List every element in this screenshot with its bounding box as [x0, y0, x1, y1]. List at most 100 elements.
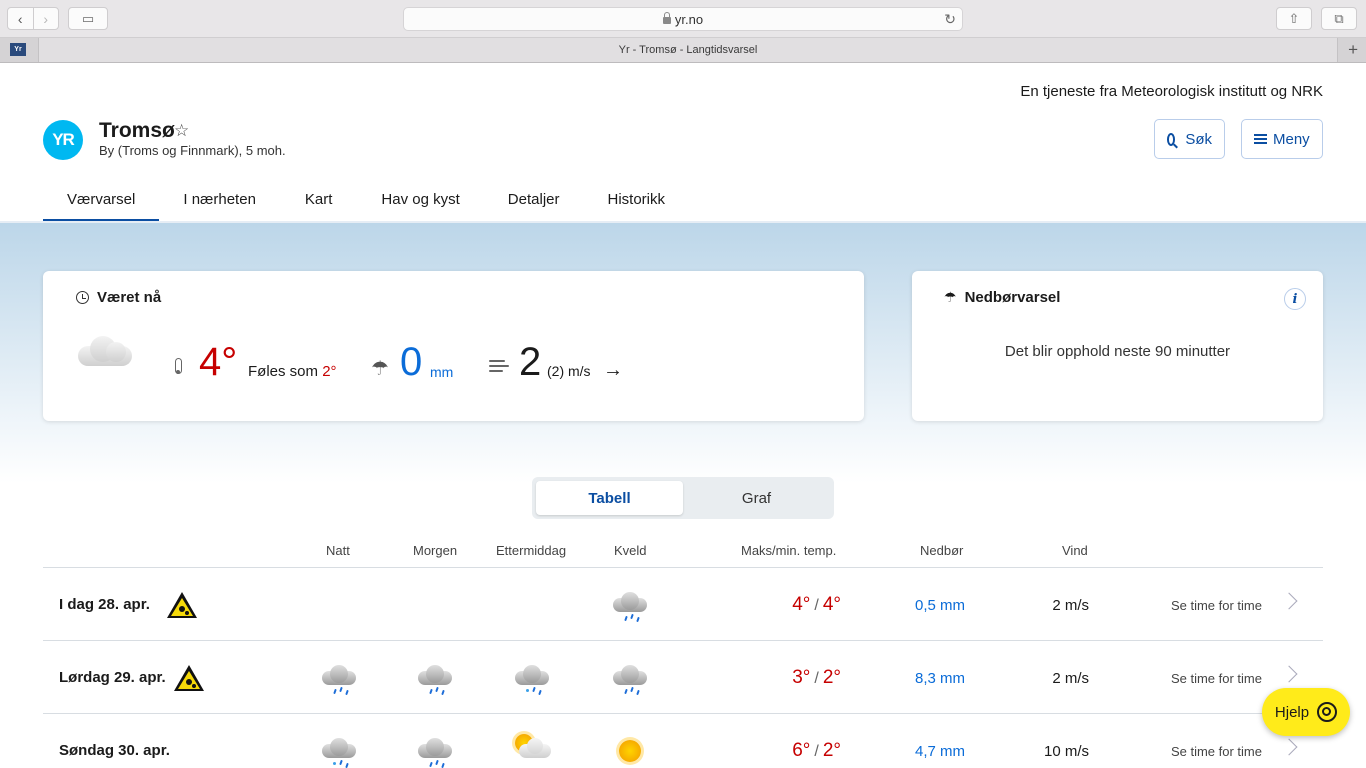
browser-tab-bar: Yr Yr - Tromsø - Langtidsvarsel + [0, 38, 1366, 63]
favorite-star-icon[interactable]: ☆ [174, 121, 189, 141]
rain-icon [416, 736, 454, 768]
umbrella-small-icon: ☂ [944, 289, 957, 305]
landslide-warning-icon [174, 665, 204, 692]
feels-like: Føles som 2° [248, 363, 337, 380]
sleet-icon [320, 736, 358, 768]
chevron-right-icon[interactable] [1280, 592, 1298, 610]
sun-icon [611, 734, 649, 768]
main-nav: Værvarsel I nærheten Kart Hav og kyst De… [43, 183, 689, 222]
tab-vaervarsel[interactable]: Værvarsel [43, 183, 160, 222]
url-text: yr.no [674, 11, 704, 27]
tab-kart[interactable]: Kart [280, 183, 358, 222]
row-precip: 4,7 mm [914, 743, 965, 760]
toggle-tabell[interactable]: Tabell [536, 481, 683, 515]
help-button[interactable]: Hjelp [1262, 688, 1350, 736]
current-temperature: 4° [199, 340, 238, 384]
site-favicon: Yr [10, 43, 26, 56]
weather-now-title-text: Været nå [97, 289, 162, 306]
yr-logo[interactable]: YR [43, 120, 83, 160]
search-button[interactable]: Søk [1154, 119, 1225, 159]
tab-historikk[interactable]: Historikk [583, 183, 689, 222]
row-temp: 6°/2° [792, 740, 841, 761]
lifebuoy-icon [1317, 702, 1338, 722]
thermometer-icon [175, 358, 182, 374]
rain-icon [320, 663, 358, 697]
col-temp: Maks/min. temp. [741, 543, 837, 558]
tab-i-naerheten[interactable]: I nærheten [159, 183, 280, 222]
col-natt: Natt [326, 543, 350, 558]
new-tab-icon[interactable]: + [1348, 40, 1358, 60]
rain-icon [611, 663, 649, 697]
umbrella-icon: ☂ [371, 358, 389, 380]
table-row[interactable]: Lørdag 29. apr. 3°/2° 8,3 mm 2 m/s Se ti… [43, 640, 1323, 713]
col-morgen: Morgen [413, 543, 458, 558]
feels-like-value: 2° [322, 363, 337, 380]
tab-detaljer[interactable]: Detaljer [484, 183, 584, 222]
forward-icon[interactable]: › [32, 8, 59, 29]
precipitation-unit: mm [430, 364, 454, 380]
place-subtitle: By (Troms og Finnmark), 5 moh. [99, 143, 286, 158]
col-precip: Nedbør [920, 543, 964, 558]
row-wind: 2 m/s [1052, 670, 1089, 687]
current-precipitation: 0 [400, 340, 423, 384]
tabs-overview-icon[interactable]: ⧉ [1321, 7, 1357, 30]
row-temp: 4°/4° [792, 594, 841, 615]
chevron-right-icon[interactable] [1280, 738, 1298, 756]
wind-icon [489, 357, 509, 373]
wind-direction-arrow-icon: → [603, 359, 623, 381]
help-label: Hjelp [1274, 703, 1310, 721]
precip-forecast-text: Det blir opphold neste 90 minutter [1004, 343, 1231, 360]
col-wind: Vind [1062, 543, 1088, 558]
address-bar[interactable]: yr.no ↻ [403, 7, 963, 31]
toggle-graf[interactable]: Graf [683, 481, 830, 515]
share-icon[interactable]: ⇧ [1276, 7, 1312, 30]
row-precip: 0,5 mm [914, 597, 965, 614]
cloud-icon [78, 336, 132, 368]
row-day: Søndag 30. apr. [59, 742, 170, 759]
row-precip: 8,3 mm [914, 670, 965, 687]
hour-by-hour-link[interactable]: Se time for time [1171, 598, 1262, 613]
weather-now-title: Været nå [76, 289, 161, 306]
clock-icon [76, 291, 89, 304]
reload-icon[interactable]: ↻ [944, 11, 956, 28]
row-day: Lørdag 29. apr. [59, 669, 166, 686]
sleet-icon [513, 663, 551, 697]
search-icon [1167, 132, 1176, 146]
hour-by-hour-link[interactable]: Se time for time [1171, 744, 1262, 759]
search-label: Søk [1185, 130, 1212, 148]
tab-title: Yr - Tromsø - Langtidsvarsel [618, 44, 758, 56]
precip-forecast-title: ☂ Nedbørvarsel [944, 289, 1060, 306]
browser-toolbar: ‹ › ▭ yr.no ↻ ⇧ ⧉ [0, 0, 1366, 38]
landslide-warning-icon [167, 592, 197, 619]
browser-nav-buttons: ‹ › [7, 7, 59, 30]
lock-icon [662, 11, 671, 24]
feels-like-label: Føles som [248, 363, 319, 380]
col-kveld: Kveld [614, 543, 647, 558]
hour-by-hour-link[interactable]: Se time for time [1171, 671, 1262, 686]
row-wind: 2 m/s [1052, 597, 1089, 614]
chevron-right-icon[interactable] [1280, 665, 1298, 683]
wind-gust: (2) m/s [547, 363, 591, 379]
current-wind: 2 [519, 340, 542, 384]
rain-icon [416, 663, 454, 697]
back-icon[interactable]: ‹ [8, 8, 33, 29]
place-name: Tromsø [99, 119, 175, 142]
col-ettermiddag: Ettermiddag [496, 543, 567, 558]
menu-button[interactable]: Meny [1241, 119, 1323, 159]
row-temp: 3°/2° [792, 667, 841, 688]
service-text: En tjeneste fra Meteorologisk institutt … [1020, 83, 1323, 100]
table-row[interactable]: I dag 28. apr. 4°/4° 0,5 mm 2 m/s Se tim… [43, 567, 1323, 640]
sidebar-toggle-icon[interactable]: ▭ [68, 7, 108, 30]
browser-tab[interactable]: Yr - Tromsø - Langtidsvarsel [38, 38, 1338, 62]
weather-now-card [43, 271, 864, 421]
row-day: I dag 28. apr. [59, 596, 150, 613]
menu-icon [1254, 134, 1267, 144]
row-wind: 10 m/s [1043, 743, 1089, 760]
rain-icon [611, 590, 649, 624]
partly-cloudy-icon [513, 732, 551, 766]
info-icon[interactable]: i [1284, 288, 1306, 310]
menu-label: Meny [1273, 130, 1310, 148]
table-row[interactable]: Søndag 30. apr. 6°/2° 4,7 mm 10 m/s Se t… [43, 713, 1323, 768]
view-toggle: Tabell Graf [532, 477, 834, 519]
tab-hav-og-kyst[interactable]: Hav og kyst [357, 183, 483, 222]
